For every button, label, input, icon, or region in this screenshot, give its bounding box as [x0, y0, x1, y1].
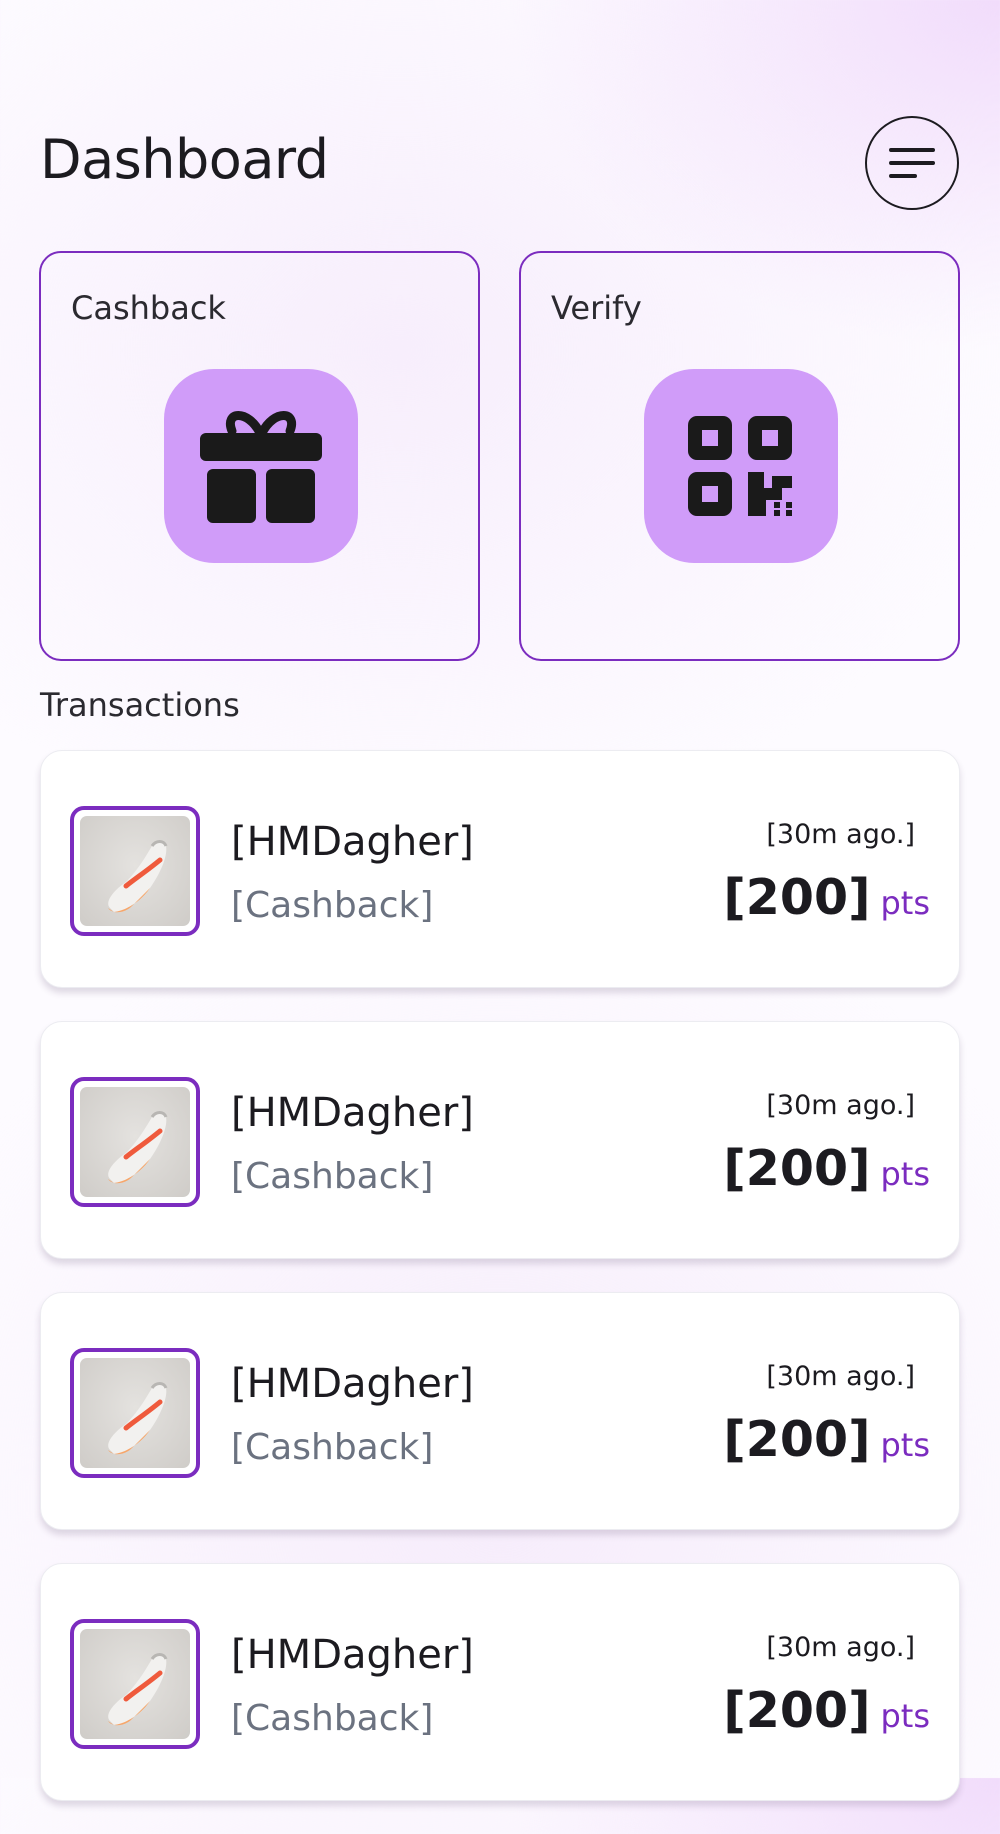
transaction-name: [HMDagher]	[231, 1361, 474, 1407]
sneaker-image	[108, 1382, 168, 1455]
verify-icon-tile	[644, 369, 838, 563]
transaction-time: [30m ago.]	[766, 1361, 915, 1392]
transaction-amount: [200]	[723, 1140, 871, 1197]
transaction-points: [200] pts	[723, 1682, 930, 1739]
transactions-title: Transactions	[40, 686, 240, 724]
qr-code-icon	[688, 416, 792, 516]
transaction-thumbnail	[70, 806, 200, 936]
transaction-thumbnail	[70, 1348, 200, 1478]
transaction-card[interactable]: [HMDagher] [Cashback] [30m ago.] [200] p…	[40, 1292, 960, 1530]
gift-icon	[200, 411, 322, 523]
transaction-thumbnail	[70, 1619, 200, 1749]
transaction-points: [200] pts	[723, 1411, 930, 1468]
transaction-type: [Cashback]	[231, 1698, 434, 1739]
transaction-unit: pts	[880, 1426, 930, 1464]
page-title: Dashboard	[40, 128, 329, 191]
transaction-type: [Cashback]	[231, 1427, 434, 1468]
cashback-icon-tile	[164, 369, 358, 563]
transaction-name: [HMDagher]	[231, 1090, 474, 1136]
transaction-amount: [200]	[723, 869, 871, 926]
transactions-list: [HMDagher] [Cashback] [30m ago.] [200] p…	[40, 750, 960, 1834]
sneaker-image	[108, 1653, 168, 1726]
transaction-name: [HMDagher]	[231, 819, 474, 865]
transaction-card[interactable]: [HMDagher] [Cashback] [30m ago.] [200] p…	[40, 1021, 960, 1259]
transaction-unit: pts	[880, 1697, 930, 1735]
transaction-time: [30m ago.]	[766, 819, 915, 850]
transaction-thumbnail	[70, 1077, 200, 1207]
transaction-unit: pts	[880, 1155, 930, 1193]
transaction-time: [30m ago.]	[766, 1090, 915, 1121]
transaction-amount: [200]	[723, 1682, 871, 1739]
transaction-type: [Cashback]	[231, 885, 434, 926]
transaction-unit: pts	[880, 884, 930, 922]
transaction-card[interactable]: [HMDagher] [Cashback] [30m ago.] [200] p…	[40, 750, 960, 988]
transaction-type: [Cashback]	[231, 1156, 434, 1197]
cashback-card[interactable]: Cashback	[39, 251, 480, 661]
verify-card-label: Verify	[551, 289, 642, 327]
transaction-amount: [200]	[723, 1411, 871, 1468]
sneaker-image	[108, 1111, 168, 1184]
sneaker-image	[108, 840, 168, 913]
verify-card[interactable]: Verify	[519, 251, 960, 661]
cashback-card-label: Cashback	[71, 289, 226, 327]
transaction-points: [200] pts	[723, 1140, 930, 1197]
transaction-time: [30m ago.]	[766, 1632, 915, 1663]
transaction-name: [HMDagher]	[231, 1632, 474, 1678]
menu-icon	[889, 148, 935, 178]
transaction-card[interactable]: [HMDagher] [Cashback] [30m ago.] [200] p…	[40, 1563, 960, 1801]
transaction-points: [200] pts	[723, 869, 930, 926]
menu-button[interactable]	[865, 116, 959, 210]
